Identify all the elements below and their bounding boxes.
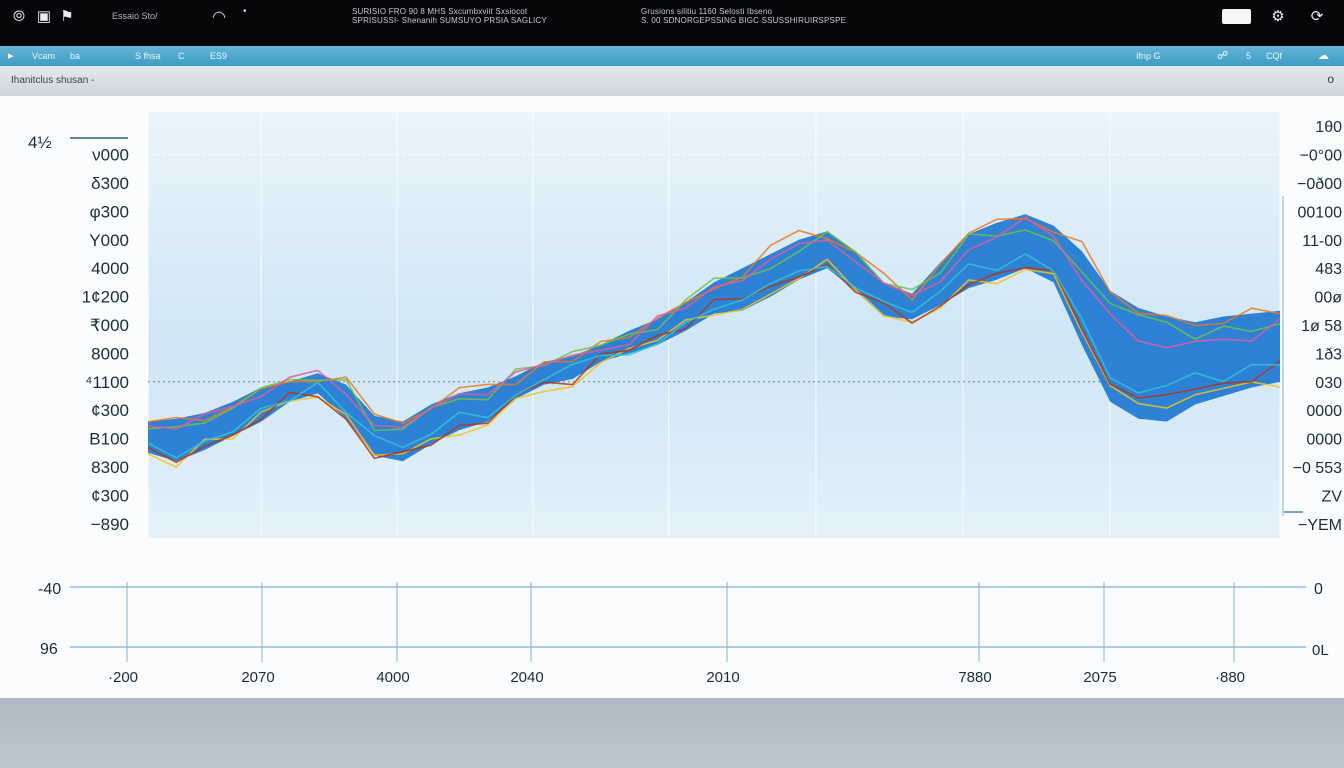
toolbar-item-view[interactable]: Vcam [32, 51, 55, 61]
save-icon[interactable]: ▣ [35, 8, 53, 26]
x-tick-label: 4000 [376, 669, 409, 686]
title-info-left-line-2: SPRISUSSI- Shenanih SUMSUYO PRSIA SAGLIC… [352, 16, 547, 25]
toolbar-right-2[interactable]: 5 [1246, 51, 1251, 61]
y-tick-label-left: −890 [91, 515, 129, 534]
settings-icon[interactable]: ⚙ [1269, 8, 1287, 26]
toolbar-item-2[interactable]: ba [70, 51, 80, 61]
y-tick-label-right: 11-00 [1302, 233, 1342, 250]
y-tick-label-left: ⁴1100 [85, 373, 129, 392]
desktop-background [0, 698, 1344, 768]
toolbar-item-5[interactable]: ES9 [210, 51, 227, 61]
x-tick-label: ·200 [108, 669, 138, 686]
y-tick-label-right: 483 [1315, 261, 1342, 278]
y-tick-label-right: ΖV [1322, 488, 1343, 505]
x-tick-label: 2010 [706, 669, 739, 686]
lower-axis-left-label-2: 96 [40, 641, 58, 658]
x-tick-label: ·880 [1215, 669, 1245, 686]
corner-label: 4½ [28, 133, 52, 152]
lower-axis-right-label-1: 0 [1314, 581, 1323, 598]
title-bar: ⦾ ▣ ⚑ Essaio Sto/ ◠ • SURISIO FRO 90 8 M… [0, 0, 1344, 46]
y-tick-label-left: 1¢200 [82, 288, 129, 307]
toolbar-right-1[interactable]: Ifnp G [1136, 51, 1161, 61]
y-tick-label-right: 0000 [1306, 432, 1342, 449]
title-info-right: Grusions silitiu 1160 Selosti Ibseno S. … [641, 7, 846, 25]
sync-icon[interactable]: ⟳ [1308, 8, 1326, 26]
y-tick-label-left: Υ000 [89, 231, 129, 250]
y-tick-label-left: φ300 [90, 202, 129, 221]
title-info-right-line-1: Grusions silitiu 1160 Selosti Ibseno [641, 7, 773, 16]
y-tick-label-right: 030 [1315, 375, 1342, 392]
y-axis-left: ν000 δ300 φ300 Υ000 4000 1¢200 ₹000 8000 ⁴1100 ¢3… [82, 146, 129, 534]
close-icon[interactable]: o [1327, 72, 1334, 86]
title-info-left-line-1: SURISIO FRO 90 8 MHS Sxcumbxviit Sxsioco… [352, 7, 528, 16]
link-icon[interactable]: ☍ [1217, 49, 1228, 62]
y-tick-label-right: −YΕM [1298, 517, 1342, 534]
toolbar: ▸ Vcam ba S fhsa C ES9 Ifnp G ☍ 5 CQf ☁ [0, 46, 1344, 66]
toolbar-right-3[interactable]: CQf [1266, 51, 1282, 61]
y-axis-right: 1θ0 −0°00 −0ð00 00100 11-00 483 00ø 1ø 58 1ð3 030… [1293, 119, 1343, 534]
x-tick-label: 2075 [1083, 669, 1116, 686]
lower-axis-left-label-1: -40 [38, 581, 61, 598]
menu-icon[interactable]: ▸ [8, 49, 14, 62]
x-tick-label: 2070 [241, 669, 274, 686]
toolbar-item-3[interactable]: S fhsa [135, 51, 161, 61]
x-axis: ·200 2070 4000 2040 2010 7880 2075 ·880 [108, 582, 1245, 686]
y-tick-label-right: −0 553 [1293, 460, 1342, 477]
y-tick-label-left: 4000 [91, 259, 129, 278]
y-tick-label-left: В100 [89, 430, 129, 449]
title-info-left: SURISIO FRO 90 8 MHS Sxcumbxviit Sxsioco… [352, 7, 547, 25]
y-tick-label-left: δ300 [91, 174, 129, 193]
y-tick-label-right: 0000 [1306, 403, 1342, 420]
loading-icon: ◠ [212, 9, 226, 26]
y-tick-label-right: 1ð3 [1315, 346, 1342, 363]
toolbar-item-4[interactable]: C [178, 51, 185, 61]
title-info-right-line-2: S. 00 SDNORGEPSSING BIGC SSUSSHIRUIRSPSP… [641, 16, 847, 25]
chart-panel: 4½ ν000 δ300 φ300 Υ000 4000 1¢200 ₹000 8000 ⁴110… [0, 96, 1344, 698]
y-tick-label-right: 00ø [1314, 290, 1342, 307]
cloud-icon[interactable]: ☁ [1318, 49, 1329, 62]
lower-axis-right-label-2: 0L [1312, 642, 1329, 659]
chart-svg[interactable]: 4½ ν000 δ300 φ300 Υ000 4000 1¢200 ₹000 8000 ⁴110… [0, 96, 1344, 698]
y-tick-label-left: 8300 [91, 458, 129, 477]
chart-window-title: Ihanitclus shusan - [11, 75, 95, 86]
dot-icon: • [243, 6, 247, 17]
y-tick-label-right: −0ð00 [1297, 176, 1342, 193]
y-tick-label-left: ν000 [92, 146, 129, 165]
app-name: Essaio Sto/ [112, 11, 158, 21]
window-preview-button[interactable] [1222, 9, 1251, 24]
y-tick-label-right: −0°00 [1300, 148, 1343, 165]
y-tick-label-left: ¢300 [91, 486, 129, 505]
y-tick-label-right: 1θ0 [1315, 119, 1342, 136]
y-tick-label-left: 8000 [91, 344, 129, 363]
x-tick-label: 7880 [958, 669, 991, 686]
y-tick-label-left: ₹000 [90, 316, 129, 335]
chart-header: Ihanitclus shusan - o [0, 66, 1344, 96]
flag-icon[interactable]: ⚑ [58, 8, 76, 26]
compass-icon[interactable]: ⦾ [10, 8, 28, 26]
y-tick-label-left: ¢300 [91, 401, 129, 420]
y-tick-label-right: 1ø 58 [1301, 318, 1342, 335]
x-tick-label: 2040 [510, 669, 543, 686]
y-tick-label-right: 00100 [1298, 204, 1343, 221]
